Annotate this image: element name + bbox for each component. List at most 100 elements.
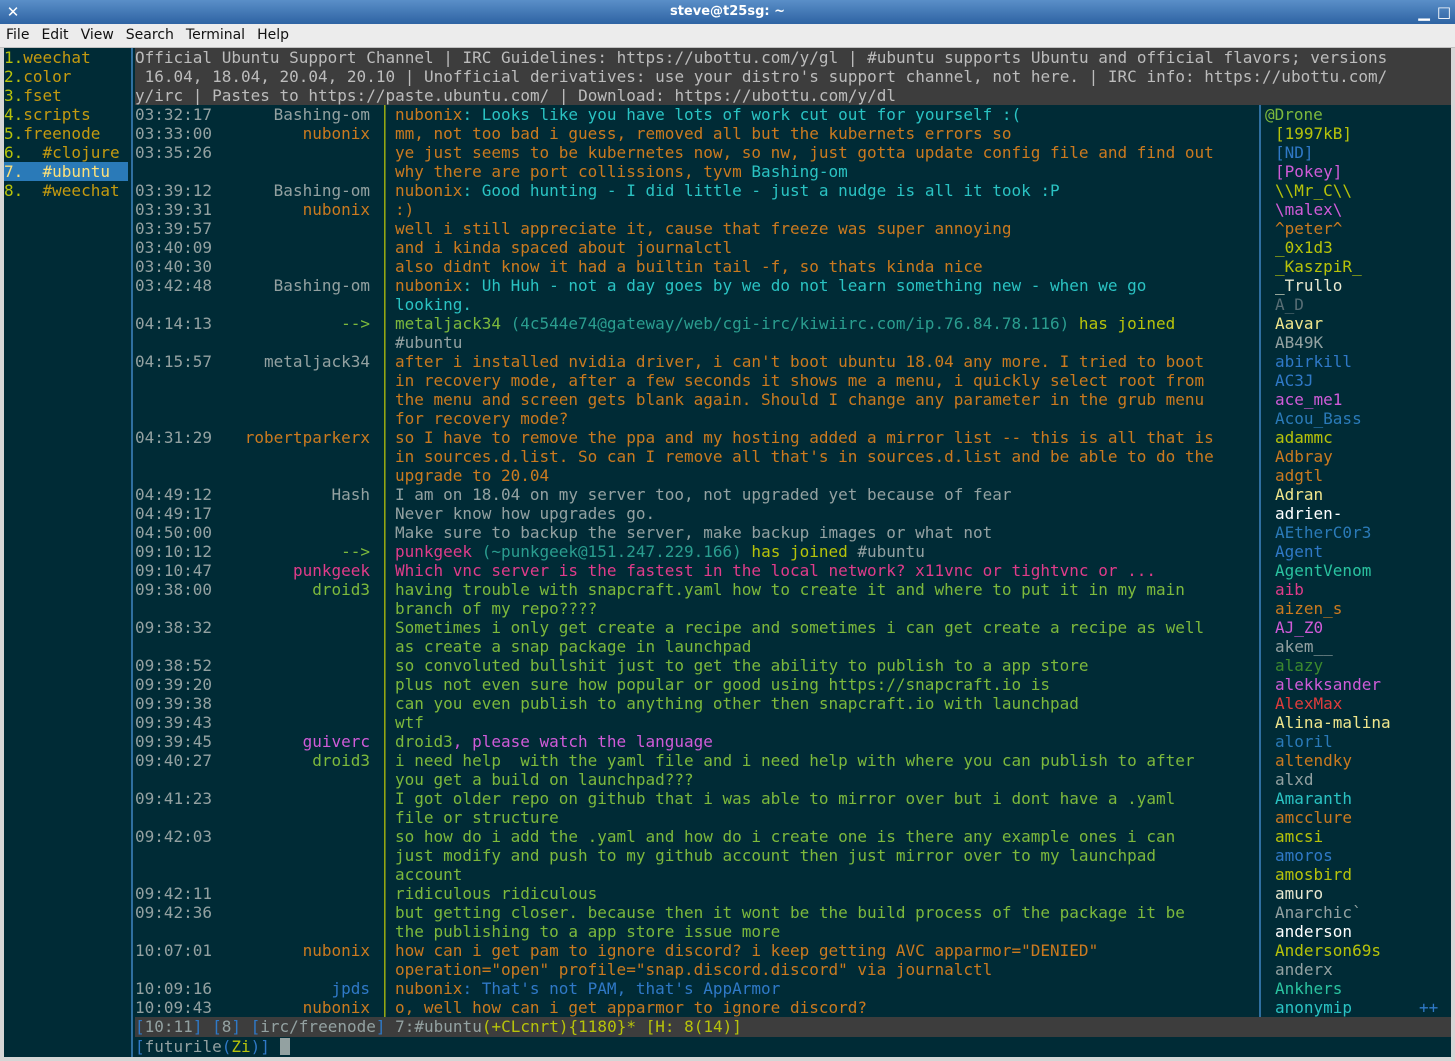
- nick-item[interactable]: aizen_s: [1265, 599, 1451, 618]
- nick-item[interactable]: anderx: [1265, 960, 1451, 979]
- buffer-item[interactable]: 3.fset: [4, 86, 128, 105]
- chat-line: 10:07:01 nubonix │ how can i get pam to ign…: [135, 941, 1259, 960]
- nick-item[interactable]: amoros: [1265, 846, 1451, 865]
- nick-item[interactable]: abirkill: [1265, 352, 1451, 371]
- nick-item[interactable]: Adbray: [1265, 447, 1451, 466]
- input-bar[interactable]: [futurile(Zi)]: [135, 1037, 1451, 1057]
- message-nick[interactable]: nubonix: [303, 200, 370, 219]
- message-segment: in sources.d.list. So can I remove all t…: [395, 447, 1214, 466]
- nick-item[interactable]: AgentVenom: [1265, 561, 1451, 580]
- nick-item[interactable]: A_D: [1265, 295, 1451, 314]
- nick-item[interactable]: \malex\: [1265, 200, 1451, 219]
- nick-item[interactable]: alxd: [1265, 770, 1451, 789]
- buffer-item[interactable]: 6. #clojure: [4, 143, 128, 162]
- nick-item[interactable]: [ND]: [1265, 143, 1451, 162]
- nick-separator: │: [380, 618, 390, 637]
- chat-line: 10:09:43 nubonix │ o, well how can i get ap…: [135, 998, 1259, 1017]
- nick-item[interactable]: amcclure: [1265, 808, 1451, 827]
- nick-separator: │: [380, 789, 390, 808]
- nick-item[interactable]: amuro: [1265, 884, 1451, 903]
- nick-item[interactable]: Alina-malina: [1265, 713, 1451, 732]
- nick-item[interactable]: adammc: [1265, 428, 1451, 447]
- nick-item[interactable]: ace_me1: [1265, 390, 1451, 409]
- menu-help[interactable]: Help: [251, 24, 295, 47]
- buffer-item[interactable]: 7. #ubuntu: [4, 162, 128, 181]
- nick-item[interactable]: Acou_Bass: [1265, 409, 1451, 428]
- menu-search[interactable]: Search: [120, 24, 180, 47]
- buffer-item[interactable]: 1.weechat: [4, 48, 128, 67]
- message-text: o, well how can i get apparmor to ignore…: [395, 998, 867, 1017]
- buffer-name: color: [23, 67, 72, 86]
- message-nick[interactable]: -->: [341, 542, 370, 561]
- nick-item[interactable]: akem__: [1265, 637, 1451, 656]
- nick-item[interactable]: AJ_Z0: [1265, 618, 1451, 637]
- nick-item[interactable]: alazy: [1265, 656, 1451, 675]
- message-nick[interactable]: robertparkerx: [245, 428, 370, 447]
- nick-item[interactable]: ^peter^: [1265, 219, 1451, 238]
- message-time: 09:10:47: [135, 561, 213, 580]
- nick-separator: │: [380, 846, 390, 865]
- message-nick[interactable]: guiverc: [303, 732, 370, 751]
- nick-item[interactable]: @Drone: [1265, 105, 1451, 124]
- nick-item[interactable]: altendky: [1265, 751, 1451, 770]
- minimize-icon[interactable]: ▁: [1415, 3, 1433, 21]
- nick-list[interactable]: @Drone [1997kB] [ND] [Pokey] \\Mr_C\\ \malex\…: [1265, 105, 1451, 1017]
- message-nick[interactable]: metaljack34: [264, 352, 370, 371]
- nick-item[interactable]: _Trullo: [1265, 276, 1451, 295]
- nick-item[interactable]: amosbird: [1265, 865, 1451, 884]
- chat-line: 09:39:45 guiverc │ droid3, please watch the…: [135, 732, 1259, 751]
- nick-item[interactable]: AEtherC0r3: [1265, 523, 1451, 542]
- nick-item[interactable]: AB49K: [1265, 333, 1451, 352]
- menu-view[interactable]: View: [75, 24, 120, 47]
- message-nick[interactable]: droid3: [312, 580, 370, 599]
- message-nick[interactable]: droid3: [312, 751, 370, 770]
- nick-item[interactable]: anderson: [1265, 922, 1451, 941]
- terminal-area[interactable]: 1.weechat 2.color 3.fset 4.scripts 5.freenod…: [4, 48, 1451, 1057]
- message-nick[interactable]: jpds: [331, 979, 370, 998]
- message-nick[interactable]: Hash: [331, 485, 370, 504]
- maximize-icon[interactable]: □: [1435, 3, 1453, 21]
- nick-item[interactable]: _0x1d3: [1265, 238, 1451, 257]
- message-nick[interactable]: Bashing-om: [274, 105, 370, 124]
- buffer-item[interactable]: 5.freenode: [4, 124, 128, 143]
- buffer-item[interactable]: 2.color: [4, 67, 128, 86]
- nick-item[interactable]: AlexMax: [1265, 694, 1451, 713]
- nick-item[interactable]: adrien-: [1265, 504, 1451, 523]
- menu-edit[interactable]: Edit: [35, 24, 74, 47]
- nick-item[interactable]: Amaranth: [1265, 789, 1451, 808]
- menu-terminal[interactable]: Terminal: [180, 24, 251, 47]
- message-nick[interactable]: Bashing-om: [274, 276, 370, 295]
- nick-item[interactable]: adgtl: [1265, 466, 1451, 485]
- menu-file[interactable]: File: [0, 24, 35, 47]
- message-nick[interactable]: Bashing-om: [274, 181, 370, 200]
- nick-item[interactable]: Anderson69s: [1265, 941, 1451, 960]
- nick-item[interactable]: \\Mr_C\\: [1265, 181, 1451, 200]
- nick-item[interactable]: AC3J: [1265, 371, 1451, 390]
- buffer-item[interactable]: 8. #weechat: [4, 181, 128, 200]
- message-nick[interactable]: -->: [341, 314, 370, 333]
- nick-item[interactable]: aib: [1265, 580, 1451, 599]
- nick-item[interactable]: Ankhers: [1265, 979, 1451, 998]
- topic-line: Official Ubuntu Support Channel | IRC Gu…: [135, 48, 1388, 67]
- nicklist-more-indicator: ++: [1419, 998, 1439, 1017]
- window-titlebar[interactable]: ✕ steve@t25sg: ~ ▁ □: [0, 0, 1455, 24]
- nick-item[interactable]: _KaszpiR_: [1265, 257, 1451, 276]
- nick-item[interactable]: Aavar: [1265, 314, 1451, 333]
- nick-item[interactable]: alekksander: [1265, 675, 1451, 694]
- message-text: just modify and push to my github accoun…: [395, 846, 1156, 865]
- nick-item[interactable]: amcsi: [1265, 827, 1451, 846]
- message-nick[interactable]: nubonix: [303, 941, 370, 960]
- buffer-item[interactable]: 4.scripts: [4, 105, 128, 124]
- input-cursor[interactable]: [279, 1038, 290, 1055]
- message-nick[interactable]: nubonix: [303, 124, 370, 143]
- message-nick[interactable]: punkgeek: [293, 561, 370, 580]
- nick-item[interactable]: Anarchic`: [1265, 903, 1451, 922]
- message-nick[interactable]: nubonix: [303, 998, 370, 1017]
- chat-line: 03:40:09 │ and i kinda spaced about journa…: [135, 238, 1259, 257]
- nick-item[interactable]: aloril: [1265, 732, 1451, 751]
- nick-item[interactable]: [1997kB]: [1265, 124, 1451, 143]
- nick-item[interactable]: [Pokey]: [1265, 162, 1451, 181]
- message-text: but getting closer. because then it wont…: [395, 903, 1185, 922]
- nick-item[interactable]: Adran: [1265, 485, 1451, 504]
- nick-item[interactable]: Agent: [1265, 542, 1451, 561]
